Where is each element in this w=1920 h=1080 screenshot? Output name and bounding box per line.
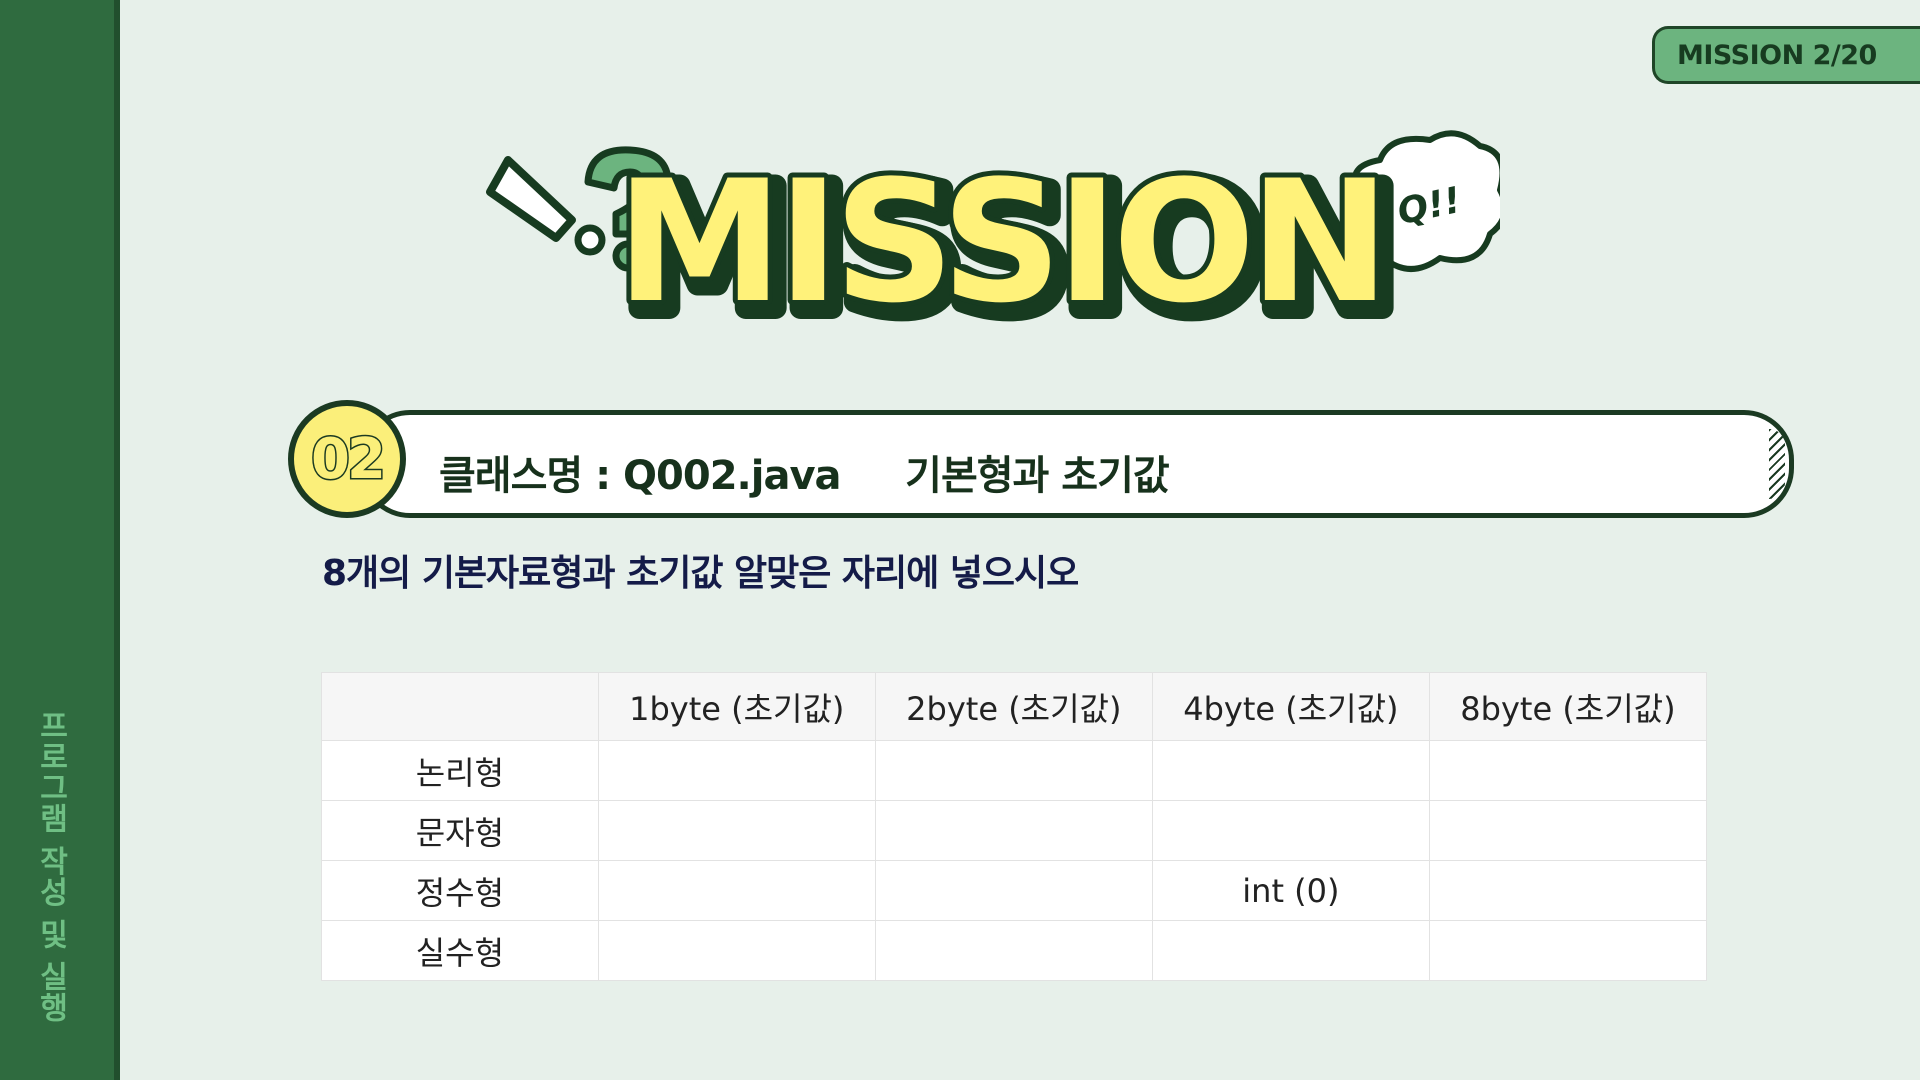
table-cell [1428, 740, 1708, 801]
sidebar: 프로그램 작성 및 실행 [0, 0, 120, 1080]
table-cell: int (0) [1151, 860, 1430, 921]
table-header-cell: 8byte (초기값) [1428, 672, 1708, 741]
mission-title: MISSION [616, 144, 1384, 330]
table-cell [1151, 740, 1430, 801]
table-cell [1428, 920, 1708, 981]
row-label: 문자형 [321, 800, 599, 861]
table-cell [597, 860, 876, 921]
table-row: 실수형 [321, 920, 1708, 981]
table-header-cell [321, 672, 599, 741]
table-cell [1428, 860, 1708, 921]
table-row: 정수형 int (0) [321, 860, 1708, 921]
table-header-cell: 1byte (초기값) [597, 672, 876, 741]
table-cell [874, 920, 1153, 981]
table-cell [597, 800, 876, 861]
table-cell [874, 800, 1153, 861]
row-label: 실수형 [321, 920, 599, 981]
mission-hero-banner: Q!! MISSION MISSION [480, 130, 1509, 359]
table-cell [1151, 920, 1430, 981]
mission-instruction: 8개의 기본자료형과 초기값 알맞은 자리에 넣으시오 [322, 553, 1079, 594]
mission-progress-badge: MISSION 2/20 [1652, 26, 1920, 84]
mission-header-bar: 클래스명 : Q002.java 기본형과 초기값 [360, 410, 1794, 518]
data-type-table: 1byte (초기값) 2byte (초기값) 4byte (초기값) 8byt… [321, 672, 1708, 981]
row-label: 논리형 [321, 740, 599, 801]
table-header-cell: 4byte (초기값) [1151, 672, 1430, 741]
sidebar-vertical-label: 프로그램 작성 및 실행 [33, 710, 68, 1024]
table-cell [597, 920, 876, 981]
mission-hero-graphic: Q!! MISSION MISSION [486, 130, 1509, 359]
table-row: 문자형 [321, 800, 1708, 861]
row-label: 정수형 [321, 860, 599, 921]
mission-number-badge: 02 [288, 400, 406, 518]
table-row: 논리형 [321, 740, 1708, 801]
table-header-cell: 2byte (초기값) [874, 672, 1153, 741]
table-cell [597, 740, 876, 801]
table-header-row: 1byte (초기값) 2byte (초기값) 4byte (초기값) 8byt… [321, 672, 1708, 741]
exclamation-icon [486, 156, 606, 256]
header-hatch-decoration [1769, 429, 1785, 499]
table-cell [874, 860, 1153, 921]
table-cell [1428, 800, 1708, 861]
table-cell [1151, 800, 1430, 861]
table-cell [874, 740, 1153, 801]
mission-header-text: 클래스명 : Q002.java 기본형과 초기값 [439, 453, 1170, 499]
